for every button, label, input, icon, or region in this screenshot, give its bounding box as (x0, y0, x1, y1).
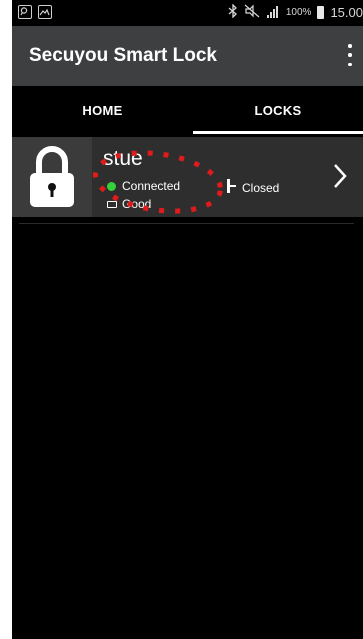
lock-name: stue (103, 147, 143, 170)
signal-icon (266, 5, 280, 21)
connection-label: Connected (122, 179, 181, 193)
phone-screen: 100% 15.00 Secuyou Smart Lock HOME LOCKS… (12, 0, 363, 639)
more-vert-icon[interactable] (345, 44, 355, 66)
content-area (19, 223, 354, 639)
padlock-icon (30, 146, 74, 207)
app-bar: Secuyou Smart Lock (12, 26, 363, 86)
lock-card[interactable]: stue Connected Good Closed (12, 137, 363, 217)
app-title: Secuyou Smart Lock (29, 45, 217, 66)
lock-battery-icon (107, 200, 117, 208)
tab-home[interactable]: HOME (12, 86, 193, 134)
chevron-right-icon[interactable] (325, 161, 355, 191)
lock-tile (12, 137, 92, 217)
battery-icon (317, 6, 325, 19)
connection-status: Connected (107, 179, 180, 193)
battery-percent: 100% (285, 7, 312, 18)
content-panel (12, 221, 363, 639)
tab-locks[interactable]: LOCKS (193, 86, 363, 134)
door-status: Closed (224, 178, 279, 197)
tab-bar: HOME LOCKS (12, 86, 363, 134)
door-handle-icon (224, 178, 236, 197)
battery-label: Good (122, 197, 152, 211)
status-bar: 100% 15.00 (12, 0, 363, 26)
mute-icon (244, 4, 260, 21)
search-icon (18, 5, 32, 19)
connected-dot-icon (107, 181, 116, 191)
door-state-label: Closed (242, 180, 280, 195)
tab-selected-indicator (193, 131, 363, 134)
bluetooth-icon (228, 3, 238, 21)
battery-status: Good (107, 197, 151, 211)
image-icon (38, 5, 52, 19)
clock: 15.00 (330, 5, 363, 20)
